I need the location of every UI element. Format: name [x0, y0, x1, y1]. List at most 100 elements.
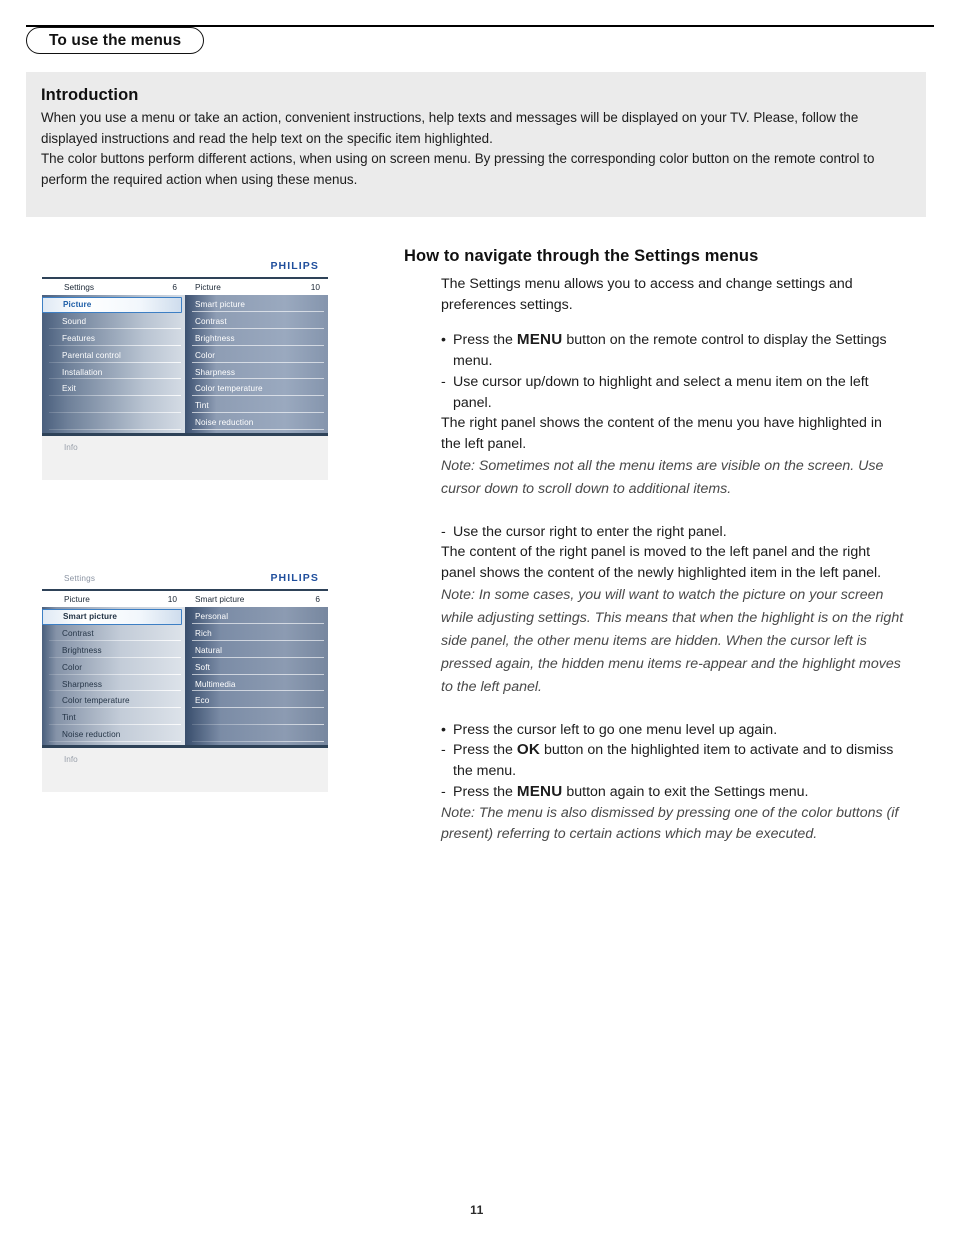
tv-menu-row[interactable]: Color temperature — [42, 692, 185, 709]
tv-menu-left-header-count: 6 — [172, 281, 177, 292]
guide-note-scroll: Note: Sometimes not all the menu items a… — [441, 457, 884, 497]
tv-menu-row-empty — [42, 397, 185, 414]
tv-menu-row[interactable]: Tint — [42, 709, 185, 726]
tv-menu-screenshot-picture: Settings PHILIPS Picture 10 Smart pictur… — [42, 569, 328, 792]
tv-menu-right-header-count: 10 — [310, 281, 320, 292]
key-label-menu: MENU — [516, 782, 563, 800]
tv-menu-row[interactable]: Contrast — [185, 313, 328, 330]
guide-note-color-buttons: Note: The menu is also dismissed by pres… — [441, 804, 899, 842]
tv-menu-row-label: Exit — [62, 384, 77, 394]
tv-menu-row-label: Contrast — [62, 629, 94, 639]
tv-menu-row-label: Sharpness — [195, 367, 236, 377]
tv-menu-right-panel: Smart picture Contrast Brightness Color Shar… — [185, 294, 328, 433]
tv-menu-row[interactable]: Features — [42, 330, 185, 347]
tv-menu-row[interactable]: Tint — [185, 397, 328, 414]
tv-menu-row-label: Parental control — [62, 350, 121, 360]
tv-menu-right-header-title: Picture — [195, 281, 221, 292]
tv-menu-row-label: Brightness — [62, 645, 102, 655]
tv-menu-row-label: Color temperature — [195, 384, 263, 394]
tv-menu-left-header: Settings 6 — [42, 282, 185, 292]
tv-menu-row-label: Installation — [62, 367, 103, 377]
guide-bullet-cursor-right: - Use the cursor right to enter the righ… — [441, 522, 904, 543]
tv-menu-row[interactable]: Picture — [42, 296, 182, 314]
tv-menu-2-left-header-title: Picture — [64, 593, 90, 604]
page-header: To use the menus — [0, 0, 954, 70]
tv-menu-2-left-header-count: 10 — [167, 593, 177, 604]
guide-bullet-ok-button: - Press the OK button on the highlighted… — [441, 740, 904, 781]
bullet-text: Press the MENU button again to exit the … — [453, 782, 904, 803]
tv-menu-row[interactable]: Natural — [185, 642, 328, 659]
page-number: 11 — [470, 1203, 484, 1217]
bullet-text-pre: Press the — [453, 332, 517, 349]
tv-menu-row[interactable]: Soft — [185, 659, 328, 676]
tv-menu-row-label: Natural — [195, 645, 223, 655]
tv-menu-row[interactable]: Installation — [42, 364, 185, 381]
chapter-title: To use the menus — [49, 31, 182, 49]
bullet-text: Use the cursor right to enter the right … — [453, 523, 727, 540]
tv-menu-body: Picture Sound Features Parental control Inst… — [42, 294, 328, 433]
key-label-menu: MENU — [516, 331, 563, 349]
tv-menu-row[interactable]: Smart picture — [42, 608, 182, 626]
tv-menu-row[interactable]: Personal — [185, 609, 328, 626]
tv-menu-row[interactable]: Noise reduction — [42, 726, 185, 743]
bullet-marker: - — [441, 783, 446, 800]
tv-menu-row-label: Tint — [195, 401, 209, 411]
guide-heading: How to navigate through the Settings men… — [404, 247, 759, 265]
tv-menu-row-empty — [42, 414, 185, 431]
introduction-section: Introduction When you use a menu or take… — [26, 72, 926, 217]
bullet-text-pre: Press the — [453, 783, 517, 800]
tv-menu-2-right-panel: Personal Rich Natural Soft Multimedia Eco — [185, 606, 328, 745]
tv-menu-row[interactable]: Color — [42, 659, 185, 676]
tv-menu-row[interactable]: Color temperature — [185, 380, 328, 397]
navigation-guide: How to navigate through the Settings men… — [404, 247, 904, 845]
tv-menu-row-label: Eco — [195, 696, 210, 706]
tv-menu-row[interactable]: Eco — [185, 692, 328, 709]
tv-menu-left-header-title: Settings — [64, 281, 94, 292]
tv-menu-row[interactable]: Multimedia — [185, 676, 328, 693]
tv-menu-2-left-header: Picture 10 — [42, 594, 185, 604]
tv-menu-row[interactable]: Noise reduction — [185, 414, 328, 431]
chapter-title-pill: To use the menus — [26, 27, 205, 54]
tv-menu-row[interactable]: Brightness — [42, 642, 185, 659]
tv-menu-column-headers: Settings 6 Picture 10 — [42, 278, 328, 295]
tv-menu-row-label: Smart picture — [63, 612, 118, 622]
tv-menu-row-label: Noise reduction — [62, 729, 121, 739]
bullet-text: Press the OK button on the highlighted i… — [453, 740, 904, 781]
tv-menu-row[interactable]: Smart picture — [185, 297, 328, 314]
tv-menu-row[interactable]: Exit — [42, 380, 185, 397]
tv-menu-row-label: Features — [62, 333, 96, 343]
tv-menu-row[interactable]: Sharpness — [185, 364, 328, 381]
bullet-marker: • — [441, 332, 446, 349]
tv-menu-info-panel: Info — [42, 435, 328, 480]
tv-menu-row[interactable]: Contrast — [42, 625, 185, 642]
tv-menu-2-right-header: Smart picture 6 — [185, 594, 328, 604]
introduction-paragraph-1: When you use a menu or take an action, c… — [41, 110, 859, 146]
bullet-marker: - — [441, 373, 446, 390]
tv-menu-row[interactable]: Brightness — [185, 330, 328, 347]
tv-menu-row-label: Contrast — [195, 317, 227, 327]
introduction-paragraph-2: The color buttons perform different acti… — [41, 151, 875, 187]
tv-menu-row[interactable]: Color — [185, 347, 328, 364]
tv-menu-info-label: Info — [64, 442, 78, 452]
tv-menu-row[interactable]: Parental control — [42, 347, 185, 364]
tv-menu-row[interactable]: Sharpness — [42, 676, 185, 693]
tv-menu-row-label: Soft — [195, 662, 210, 672]
tv-menu-row-label: Picture — [63, 300, 92, 310]
tv-menu-row-empty — [185, 709, 328, 726]
tv-menu-row[interactable]: Sound — [42, 313, 185, 330]
bullet-text: Use cursor up/down to highlight and sele… — [453, 373, 869, 411]
tv-menu-row-label: Color — [62, 662, 83, 672]
tv-menu-2-breadcrumb: Settings — [64, 574, 96, 583]
philips-logo: PHILIPS — [270, 260, 319, 272]
key-label-ok: OK — [516, 741, 541, 759]
bullet-marker: - — [441, 523, 446, 540]
guide-note-hidden-items: Note: In some cases, you will want to wa… — [441, 586, 904, 695]
tv-menu-2-right-header-title: Smart picture — [195, 593, 245, 604]
guide-content-moved-text: The content of the right panel is moved … — [441, 544, 882, 582]
tv-menu-row-label: Sound — [62, 317, 87, 327]
tv-menu-2-left-panel: Smart picture Contrast Brightness Color Shar… — [42, 606, 185, 745]
tv-menu-row-label: Noise reduction — [195, 417, 254, 427]
tv-menu-row[interactable]: Rich — [185, 625, 328, 642]
tv-menu-topbar: PHILIPS — [42, 257, 328, 277]
tv-menu-2-body: Smart picture Contrast Brightness Color Shar… — [42, 606, 328, 745]
